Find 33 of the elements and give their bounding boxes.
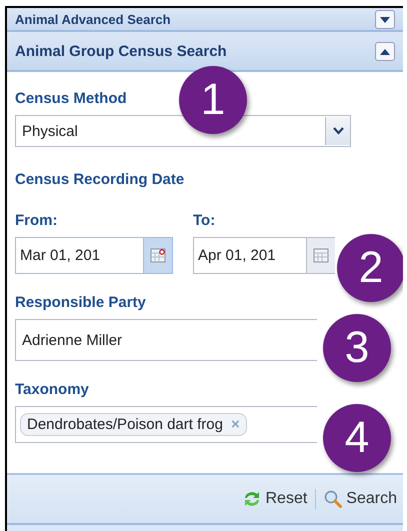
caret-up-icon [380,48,390,54]
field-label: Taxonomy [15,381,89,398]
reset-button[interactable]: Reset [240,488,310,510]
tag-label: Dendrobates/Poison dart frog [27,416,223,433]
calendar-button[interactable] [306,238,335,273]
callout-badge: 2 [337,234,403,302]
expand-button[interactable] [375,10,395,28]
field-label: From: [15,212,58,229]
calendar-icon [313,248,329,263]
caret-down-icon [380,16,390,22]
panel-header[interactable]: Animal Advanced Search [7,8,403,32]
search-button[interactable]: Search [322,488,399,510]
panel-header[interactable]: Animal Group Census Search [7,32,403,72]
panel-title: Animal Advanced Search [15,12,171,26]
field-label: Census Recording Date [15,171,184,188]
callout-badge: 1 [179,66,247,134]
dropdown-button[interactable] [325,117,350,145]
field-label: Responsible Party [15,294,146,311]
chevron-down-icon [332,127,344,135]
callout-badge: 4 [323,404,391,472]
field-label: To: [193,212,216,229]
search-icon [324,490,342,508]
collapse-button[interactable] [375,42,395,60]
date-field[interactable]: Mar 01, 201 [15,237,173,274]
field-label: Census Method [15,90,127,107]
date-field[interactable]: Apr 01, 201 [193,237,335,274]
panel-title: Animal Group Census Search [15,42,227,60]
calendar-icon [150,248,166,263]
callout-badge: 3 [323,314,391,382]
calendar-button[interactable] [143,238,172,273]
taxonomy-field[interactable]: Dendrobates/Poison dart frog × [15,406,317,443]
responsible-party-field[interactable]: Adrienne Miller [15,319,317,361]
census-method-select[interactable]: Physical [15,115,351,147]
